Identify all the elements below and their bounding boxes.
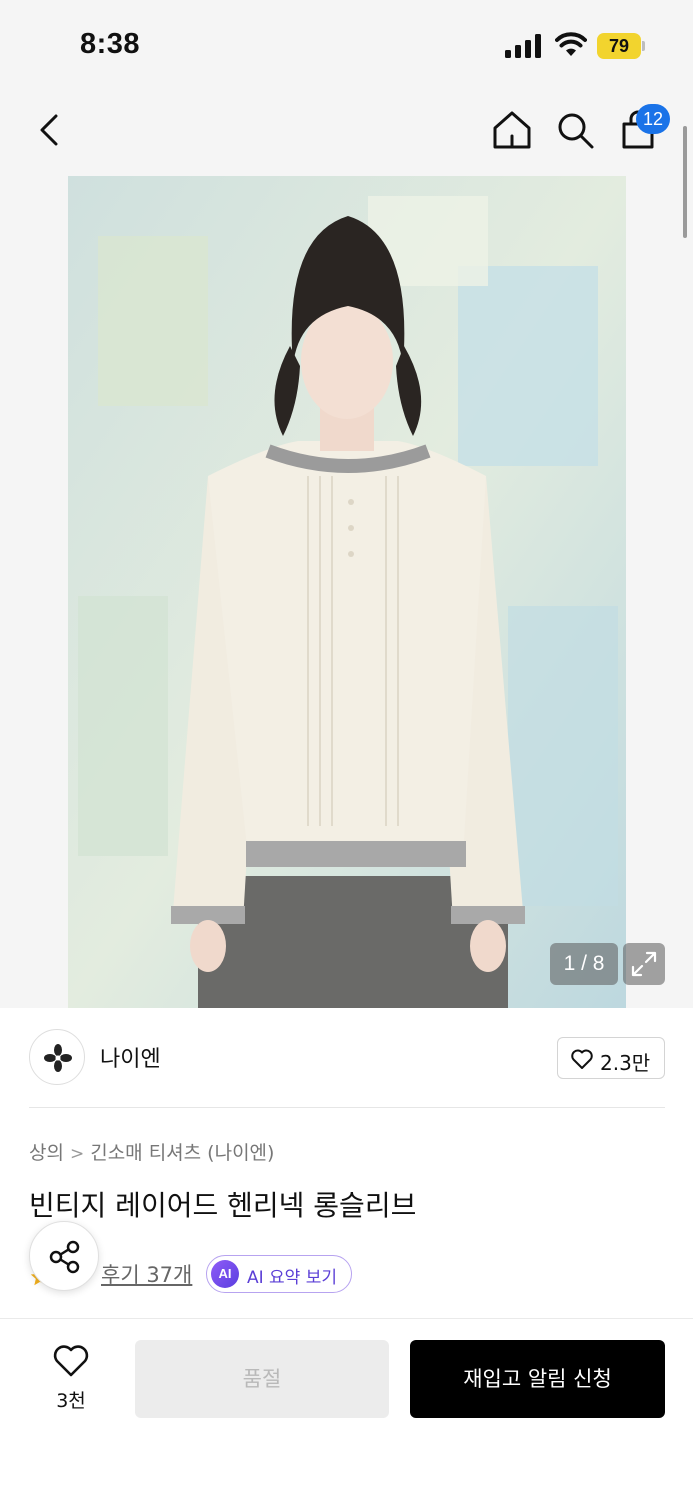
brand-like-count: 2.3만 — [600, 1051, 651, 1075]
breadcrumb-item[interactable]: 상의 — [29, 1138, 64, 1165]
brand-logo[interactable] — [29, 1029, 85, 1085]
brand-logo-icon — [44, 1044, 72, 1072]
expand-image-button[interactable] — [623, 943, 665, 985]
battery-indicator: 79 — [597, 33, 645, 59]
product-title: 빈티지 레이어드 헨리넥 롱슬리브 — [29, 1189, 417, 1222]
share-icon — [49, 1240, 80, 1274]
product-photo[interactable] — [68, 176, 626, 1008]
cellular-signal-icon — [505, 34, 541, 58]
ai-summary-label: AI 요약 보기 — [247, 1268, 338, 1288]
expand-icon — [631, 951, 657, 977]
soldout-button: 품절 — [135, 1340, 389, 1418]
top-navigation — [0, 92, 693, 176]
brand-name[interactable]: 나이엔 — [100, 1041, 161, 1073]
restock-alert-button[interactable]: 재입고 알림 신청 — [410, 1340, 665, 1418]
wishlist-count: 3천 — [56, 1390, 86, 1412]
share-button[interactable] — [29, 1221, 99, 1291]
wifi-icon — [555, 32, 587, 56]
scrollbar[interactable] — [683, 126, 687, 238]
product-image-gallery[interactable] — [0, 176, 693, 1008]
search-icon[interactable] — [553, 108, 597, 152]
battery-level: 79 — [608, 36, 630, 56]
back-icon[interactable] — [28, 108, 72, 152]
ai-summary-button[interactable]: AI AI 요약 보기 — [206, 1255, 352, 1293]
heart-icon — [53, 1345, 89, 1377]
brand-like-button[interactable]: 2.3만 — [557, 1037, 665, 1079]
heart-icon — [571, 1049, 593, 1069]
ai-icon: AI — [211, 1260, 239, 1288]
review-count-link[interactable]: 후기 37개 — [101, 1259, 192, 1289]
image-page-indicator: 1 / 8 — [550, 943, 618, 985]
status-bar: 8:38 79 — [0, 0, 693, 92]
breadcrumb-item[interactable]: 긴소매 티셔츠 (나이엔) — [90, 1138, 274, 1165]
breadcrumb: 상의 > 긴소매 티셔츠 (나이엔) — [29, 1138, 274, 1165]
home-icon[interactable] — [490, 108, 534, 152]
divider — [29, 1107, 665, 1108]
chevron-right-icon: > — [69, 1144, 85, 1164]
cart-count-badge: 12 — [636, 104, 670, 134]
status-time: 8:38 — [80, 28, 141, 60]
wishlist-button[interactable]: 3천 — [40, 1340, 102, 1418]
